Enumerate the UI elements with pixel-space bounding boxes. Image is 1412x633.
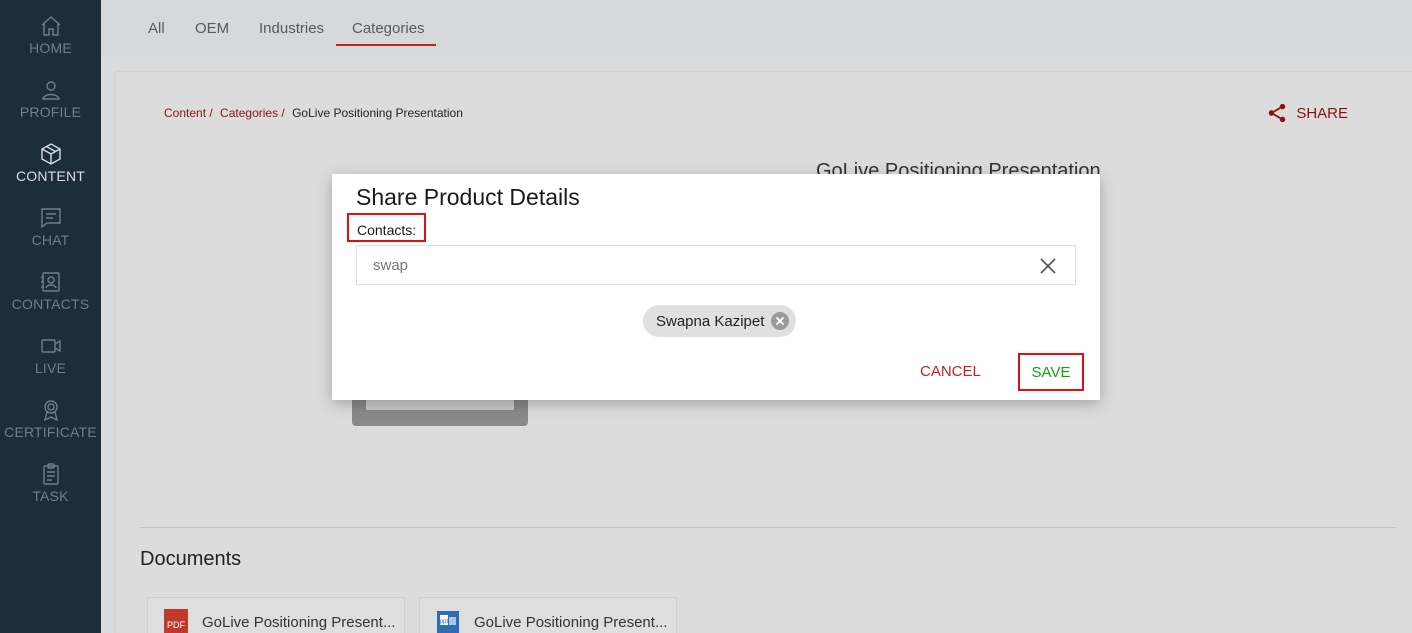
contact-chip: Swapna Kazipet bbox=[643, 305, 797, 337]
breadcrumb-content-link[interactable]: Content / bbox=[164, 106, 213, 120]
sidebar-item-content[interactable]: CONTENT bbox=[0, 142, 101, 206]
sidebar-item-home[interactable]: HOME bbox=[0, 14, 101, 78]
share-icon bbox=[1269, 103, 1286, 123]
svg-text:PDF: PDF bbox=[167, 620, 186, 630]
top-tab-bar: All OEM Industries Categories bbox=[101, 0, 1412, 56]
home-icon bbox=[41, 16, 60, 36]
sidebar-item-live[interactable]: LIVE bbox=[0, 334, 101, 398]
sidebar-item-contacts[interactable]: CONTACTS bbox=[0, 270, 101, 334]
remove-contact-icon[interactable] bbox=[770, 311, 790, 331]
sidebar-item-certificate[interactable]: CERTIFICATE bbox=[0, 398, 101, 462]
sidebar-item-label: CONTACTS bbox=[11, 296, 90, 312]
breadcrumb-categories-link[interactable]: Categories / bbox=[220, 106, 285, 120]
video-icon bbox=[40, 339, 61, 353]
cancel-button[interactable]: CANCEL bbox=[920, 363, 981, 380]
document-card[interactable]: PDF GoLive Positioning Present... bbox=[147, 597, 405, 633]
chat-icon bbox=[40, 208, 61, 229]
tab-industries[interactable]: Industries bbox=[259, 20, 324, 37]
sidebar-item-profile[interactable]: PROFILE bbox=[0, 78, 101, 142]
breadcrumb: Content / Categories / GoLive Positionin… bbox=[164, 106, 463, 120]
share-label: SHARE bbox=[1296, 104, 1348, 122]
document-card[interactable]: ppt GoLive Positioning Present... bbox=[419, 597, 677, 633]
sidebar-item-label: LIVE bbox=[34, 360, 67, 376]
sidebar-item-chat[interactable]: CHAT bbox=[0, 206, 101, 270]
presentation-file-icon: ppt bbox=[436, 609, 460, 633]
sidebar-item-task[interactable]: TASK bbox=[0, 462, 101, 526]
sidebar-item-label: TASK bbox=[32, 488, 69, 504]
tab-all[interactable]: All bbox=[148, 20, 165, 37]
box-icon bbox=[40, 143, 61, 165]
clipboard-icon bbox=[42, 463, 59, 485]
document-name: GoLive Positioning Present... bbox=[202, 613, 396, 631]
contact-chip-label: Swapna Kazipet bbox=[656, 312, 765, 330]
sidebar-item-label: CHAT bbox=[31, 232, 70, 248]
user-icon bbox=[41, 81, 60, 100]
sidebar-item-label: CERTIFICATE bbox=[4, 424, 97, 440]
contacts-icon bbox=[40, 272, 60, 292]
close-icon[interactable] bbox=[1039, 257, 1057, 275]
dialog-title: Share Product Details bbox=[356, 184, 580, 210]
section-divider bbox=[140, 527, 1396, 528]
pdf-file-icon: PDF bbox=[164, 609, 188, 633]
documents-heading: Documents bbox=[140, 548, 242, 570]
share-product-dialog: Share Product Details Contacts: Swapna K… bbox=[332, 174, 1100, 400]
sidebar-item-label: CONTENT bbox=[15, 168, 86, 184]
tab-oem[interactable]: OEM bbox=[195, 20, 229, 37]
active-tab-indicator bbox=[336, 44, 436, 46]
save-button[interactable]: SAVE bbox=[1018, 353, 1084, 391]
contacts-search-box bbox=[356, 245, 1076, 285]
sidebar: HOME PROFILE CONTENT CHAT CONTACTS LIVE … bbox=[0, 0, 101, 633]
sidebar-item-label: PROFILE bbox=[19, 104, 82, 120]
breadcrumb-current: GoLive Positioning Presentation bbox=[292, 106, 463, 120]
share-button[interactable]: SHARE bbox=[1266, 102, 1348, 124]
svg-text:ppt: ppt bbox=[440, 619, 449, 625]
award-icon bbox=[43, 400, 58, 422]
contacts-search-input[interactable] bbox=[357, 246, 1017, 284]
tab-categories[interactable]: Categories bbox=[352, 20, 425, 37]
document-name: GoLive Positioning Present... bbox=[474, 613, 668, 631]
contacts-label: Contacts: bbox=[347, 213, 427, 242]
sidebar-item-label: HOME bbox=[29, 40, 72, 56]
